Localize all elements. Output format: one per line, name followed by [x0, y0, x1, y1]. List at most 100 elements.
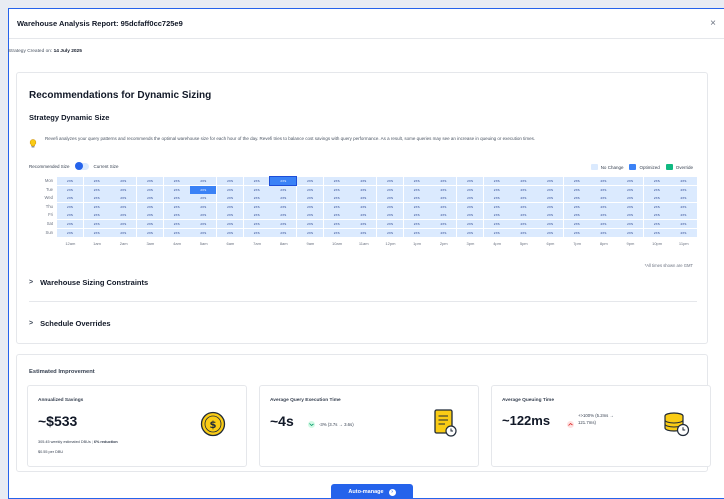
grid-cell[interactable]: 2XS — [57, 177, 84, 185]
grid-cell[interactable]: 2XS — [323, 228, 350, 237]
grid-cell[interactable]: 2XS — [643, 185, 670, 194]
schedule-overrides-toggle[interactable]: > Schedule Overrides — [29, 319, 111, 328]
grid-cell[interactable]: 2XS — [510, 202, 537, 211]
grid-cell[interactable]: 2XS — [190, 211, 217, 220]
grid-cell[interactable]: 2XS — [57, 185, 84, 194]
grid-cell[interactable]: 2XS — [297, 202, 324, 211]
grid-cell[interactable]: 2XS — [537, 177, 564, 185]
grid-cell[interactable]: 2XS — [563, 177, 590, 185]
grid-cell[interactable]: 2XS — [83, 194, 110, 203]
grid-cell[interactable]: 2XS — [217, 194, 244, 203]
grid-cell[interactable]: 2XS — [563, 194, 590, 203]
grid-cell[interactable]: 2XS — [350, 211, 377, 220]
grid-cell[interactable]: 2XS — [430, 202, 457, 211]
grid-cell[interactable]: 2XS — [270, 202, 297, 211]
grid-cell[interactable]: 2XS — [403, 228, 430, 237]
grid-cell[interactable]: 2XS — [430, 194, 457, 203]
grid-cell[interactable]: 2XS — [457, 228, 484, 237]
grid-cell[interactable]: 2XS — [670, 219, 697, 228]
grid-cell[interactable]: 2XS — [270, 219, 297, 228]
grid-cell[interactable]: 2XS — [323, 177, 350, 185]
grid-cell[interactable]: 2XS — [617, 211, 644, 220]
grid-cell[interactable]: 2XS — [270, 211, 297, 220]
grid-cell[interactable]: 2XS — [430, 185, 457, 194]
grid-cell[interactable]: 2XS — [670, 177, 697, 185]
grid-cell[interactable]: 2XS — [670, 202, 697, 211]
grid-cell[interactable]: 2XS — [57, 211, 84, 220]
grid-cell[interactable]: 2XS — [670, 185, 697, 194]
grid-cell[interactable]: 2XS — [110, 228, 137, 237]
grid-cell[interactable]: 2XS — [590, 185, 617, 194]
grid-cell[interactable]: 2XS — [83, 202, 110, 211]
grid-cell[interactable]: 2XS — [83, 177, 110, 185]
grid-cell[interactable]: 2XS — [57, 194, 84, 203]
grid-cell[interactable]: 2XS — [590, 194, 617, 203]
grid-cell[interactable]: 2XS — [243, 202, 270, 211]
grid-cell[interactable]: 2XS — [403, 177, 430, 185]
grid-cell[interactable]: 2XS — [483, 219, 510, 228]
grid-cell[interactable]: 2XS — [243, 177, 270, 185]
size-switch[interactable] — [74, 162, 89, 170]
grid-cell[interactable]: 2XS — [190, 177, 217, 185]
grid-cell[interactable]: 2XS — [563, 228, 590, 237]
grid-cell[interactable]: 2XS — [537, 211, 564, 220]
grid-cell[interactable]: 2XS — [430, 228, 457, 237]
grid-cell[interactable]: 2XS — [190, 219, 217, 228]
grid-cell[interactable]: 2XS — [350, 228, 377, 237]
grid-cell[interactable]: 2XS — [243, 228, 270, 237]
grid-cell[interactable]: 2XS — [510, 185, 537, 194]
grid-cell[interactable]: 2XS — [297, 211, 324, 220]
grid-cell[interactable]: 2XS — [323, 211, 350, 220]
grid-cell[interactable]: 2XS — [350, 194, 377, 203]
grid-cell[interactable]: 2XS — [377, 211, 404, 220]
grid-cell[interactable]: 2XS — [403, 185, 430, 194]
grid-cell[interactable]: 2XS — [323, 194, 350, 203]
grid-cell[interactable]: 2XS — [137, 219, 164, 228]
grid-cell[interactable]: 2XS — [430, 211, 457, 220]
grid-cell[interactable]: 2XS — [403, 211, 430, 220]
grid-cell[interactable]: 2XS — [350, 219, 377, 228]
grid-cell[interactable]: 2XS — [483, 194, 510, 203]
grid-cell[interactable]: 2XS — [457, 202, 484, 211]
grid-cell[interactable]: 2XS — [403, 194, 430, 203]
grid-cell[interactable]: 2XS — [590, 177, 617, 185]
grid-cell[interactable]: 2XS — [83, 185, 110, 194]
grid-cell[interactable]: 2XS — [377, 202, 404, 211]
grid-cell[interactable]: 2XS — [457, 211, 484, 220]
grid-cell[interactable]: 2XS — [163, 177, 190, 185]
grid-cell[interactable]: 2XS — [483, 177, 510, 185]
grid-cell[interactable]: 2XS — [643, 219, 670, 228]
grid-cell[interactable]: 2XS — [377, 177, 404, 185]
grid-cell[interactable]: 2XS — [110, 177, 137, 185]
grid-cell[interactable]: 2XS — [430, 219, 457, 228]
grid-cell[interactable]: 2XS — [563, 185, 590, 194]
grid-cell[interactable]: 2XS — [563, 202, 590, 211]
grid-cell[interactable]: 2XS — [270, 185, 297, 194]
grid-cell[interactable]: 2XS — [243, 194, 270, 203]
grid-cell[interactable]: 2XS — [403, 219, 430, 228]
grid-cell[interactable]: 2XS — [537, 194, 564, 203]
grid-cell[interactable]: 2XS — [83, 228, 110, 237]
grid-cell[interactable]: 2XS — [190, 228, 217, 237]
grid-cell[interactable]: 2XS — [163, 194, 190, 203]
grid-cell[interactable]: 2XS — [163, 228, 190, 237]
grid-cell[interactable]: 2XS — [643, 177, 670, 185]
grid-cell[interactable]: 2XS — [110, 211, 137, 220]
grid-cell[interactable]: 2XS — [457, 177, 484, 185]
grid-cell[interactable]: 2XS — [403, 202, 430, 211]
grid-cell[interactable]: 2XS — [137, 228, 164, 237]
grid-cell[interactable]: 2XS — [110, 185, 137, 194]
grid-cell[interactable]: 2XS — [270, 228, 297, 237]
grid-cell[interactable]: 2XS — [217, 219, 244, 228]
sizing-constraints-toggle[interactable]: > Warehouse Sizing Constraints — [29, 278, 148, 287]
grid-cell[interactable]: 2XS — [457, 185, 484, 194]
grid-cell[interactable]: 2XS — [510, 228, 537, 237]
grid-cell[interactable]: 2XS — [57, 202, 84, 211]
grid-cell[interactable]: 2XS — [457, 219, 484, 228]
grid-cell[interactable]: 2XS — [297, 185, 324, 194]
grid-cell[interactable]: 2XS — [243, 211, 270, 220]
grid-cell[interactable]: 2XS — [110, 194, 137, 203]
grid-cell[interactable]: 2XS — [137, 177, 164, 185]
grid-cell[interactable]: 2XS — [563, 211, 590, 220]
grid-cell[interactable]: 2XS — [350, 185, 377, 194]
